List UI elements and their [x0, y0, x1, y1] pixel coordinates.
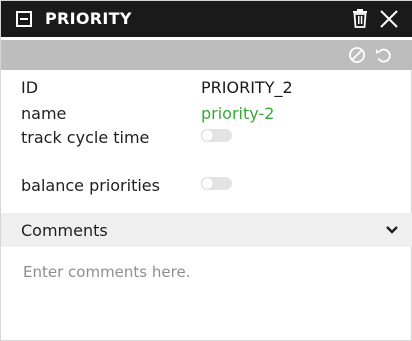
track-cycle-time-label: track cycle time	[21, 128, 150, 147]
balance-priorities-toggle[interactable]	[201, 177, 232, 190]
toggle-knob	[202, 130, 213, 141]
panel-toolbar	[1, 40, 412, 70]
comments-section-header[interactable]: Comments	[1, 213, 412, 247]
id-label: ID	[21, 78, 39, 97]
track-cycle-time-toggle[interactable]	[201, 129, 232, 142]
panel-titlebar: PRIORITY	[1, 1, 412, 37]
id-value: PRIORITY_2	[201, 78, 293, 97]
comments-title: Comments	[21, 221, 108, 240]
balance-priorities-label: balance priorities	[21, 176, 160, 195]
toggle-knob	[202, 178, 213, 189]
priority-properties-panel: PRIORITY ID PRIORITY_2 name priority-2 t…	[0, 0, 412, 341]
trash-icon[interactable]	[351, 8, 369, 28]
chevron-down-icon[interactable]	[385, 224, 399, 236]
name-label: name	[21, 104, 67, 123]
name-value[interactable]: priority-2	[201, 104, 274, 123]
minimize-icon[interactable]	[15, 10, 33, 28]
panel-title: PRIORITY	[45, 9, 132, 28]
cancel-icon[interactable]	[348, 46, 366, 64]
comments-input[interactable]: Enter comments here.	[23, 263, 190, 281]
close-icon[interactable]	[379, 9, 399, 29]
undo-icon[interactable]	[374, 46, 392, 64]
